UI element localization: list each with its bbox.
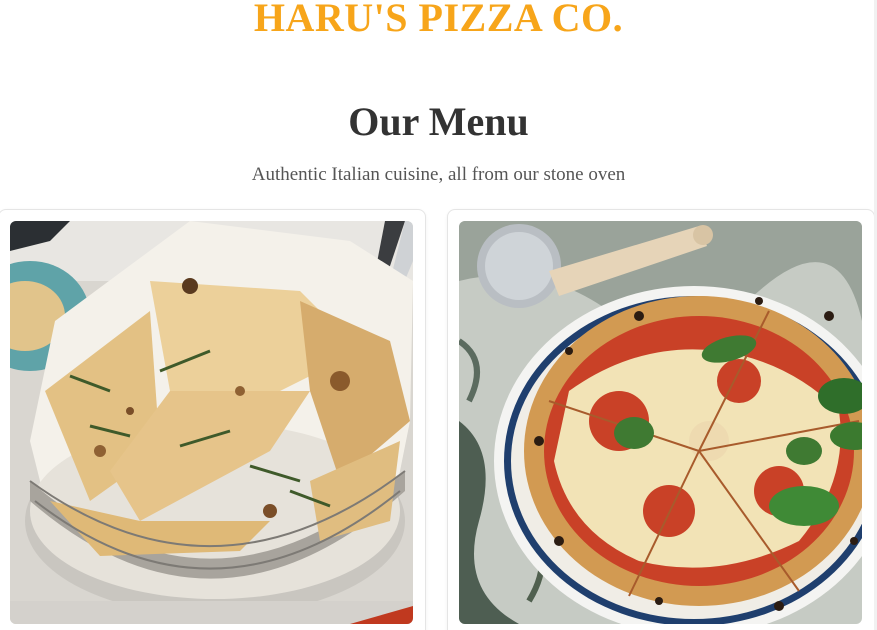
brand-logo-text[interactable]: HARU'S PIZZA CO.: [0, 0, 877, 40]
page-subtitle: Authentic Italian cuisine, all from our …: [251, 164, 626, 185]
flatbread-image: [10, 221, 413, 624]
page-title: Our Menu: [348, 99, 529, 144]
page: HARU'S PIZZA CO. Our Menu Authentic Ital…: [0, 0, 877, 630]
menu-item-card[interactable]: [447, 209, 875, 630]
flatbread-basket-photo[interactable]: [10, 221, 413, 624]
margherita-pizza-photo[interactable]: [459, 221, 862, 624]
pizza-image: [459, 221, 862, 624]
menu-item-card[interactable]: [0, 209, 426, 630]
